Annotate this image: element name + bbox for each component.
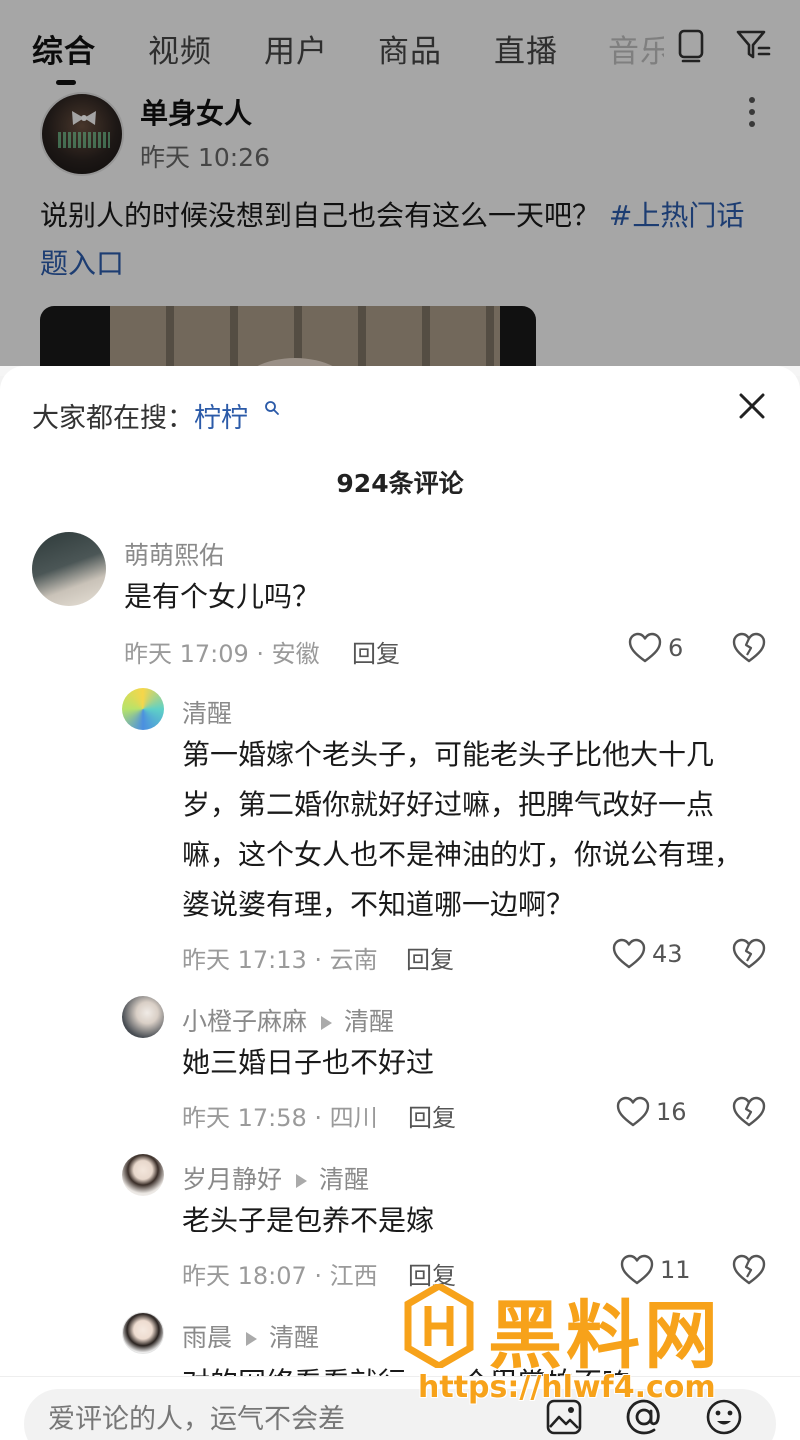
reply-to-name[interactable]: 清醒: [269, 1323, 319, 1352]
like-count: 16: [656, 1098, 687, 1126]
comment-item: 清醒 第一婚嫁个老头子，可能老头子比他大十几岁，第二婚你就好好过嘛，把脾气改好一…: [0, 688, 800, 978]
close-icon[interactable]: [736, 390, 768, 422]
comment-text[interactable]: 第一婚嫁个老头子，可能老头子比他大十几岁，第二婚你就好好过嘛，把脾气改好一点嘛，…: [182, 730, 762, 930]
reply-to-name[interactable]: 清醒: [344, 1007, 394, 1036]
dislike-broken-heart-icon[interactable]: [732, 1096, 766, 1128]
commenter-name-text[interactable]: 岁月静好: [182, 1165, 282, 1194]
commenter-name-text[interactable]: 雨晨: [182, 1323, 232, 1352]
reply-arrow-icon: [246, 1332, 258, 1346]
commenter-avatar[interactable]: [122, 1312, 164, 1354]
comment-input[interactable]: 爱评论的人，运气不会差: [24, 1389, 776, 1440]
commenter-avatar[interactable]: [122, 688, 164, 730]
comment-sheet: 大家都在搜：柠柠 924条评论 萌萌熙佑 是有个女儿吗？ 昨天 17:09 · …: [0, 366, 800, 1440]
comment-item: 岁月静好 清醒 老头子是包养不是嫁 昨天 18:07 · 江西 回复 11: [0, 1154, 800, 1294]
reply-arrow-icon: [321, 1016, 333, 1030]
commenter-name[interactable]: 萌萌熙佑: [124, 536, 224, 572]
at-icon[interactable]: [624, 1397, 664, 1437]
commenter-avatar[interactable]: [122, 1154, 164, 1196]
like-heart-icon[interactable]: [620, 1254, 654, 1286]
reply-button[interactable]: 回复: [408, 1098, 456, 1133]
commenter-avatar[interactable]: [32, 532, 106, 606]
trending-search-hint[interactable]: 大家都在搜：柠柠: [32, 396, 248, 435]
dislike-broken-heart-icon[interactable]: [732, 632, 766, 664]
commenter-name[interactable]: 清醒: [182, 694, 232, 730]
comment-meta: 昨天 17:09 · 安徽: [124, 640, 320, 668]
commenter-name: 岁月静好 清醒: [182, 1160, 369, 1196]
comment-item: 小橙子麻麻 清醒 她三婚日子也不好过 昨天 17:58 · 四川 回复 16: [0, 996, 800, 1136]
reply-button[interactable]: 回复: [352, 634, 400, 669]
comment-item: 萌萌熙佑 是有个女儿吗？ 昨天 17:09 · 安徽 回复 6: [0, 530, 800, 670]
background-dim-overlay[interactable]: [0, 0, 800, 366]
image-icon[interactable]: [544, 1397, 584, 1437]
comment-text[interactable]: 是有个女儿吗？: [124, 572, 764, 622]
commenter-avatar[interactable]: [122, 996, 164, 1038]
comment-input-bar: 爱评论的人，运气不会差: [0, 1376, 800, 1440]
like-count: 43: [652, 940, 683, 968]
reply-button[interactable]: 回复: [406, 940, 454, 975]
like-count: 11: [660, 1256, 691, 1284]
comment-text[interactable]: 她三婚日子也不好过: [182, 1038, 762, 1088]
comment-meta: 昨天 17:13 · 云南: [182, 946, 378, 974]
comment-meta: 昨天 17:58 · 四川: [182, 1104, 378, 1132]
comment-input-placeholder: 爱评论的人，运气不会差: [48, 1404, 345, 1435]
commenter-name: 雨晨 清醒: [182, 1318, 319, 1354]
reply-button[interactable]: 回复: [408, 1256, 456, 1291]
like-heart-icon[interactable]: [616, 1096, 650, 1128]
reply-to-name[interactable]: 清醒: [319, 1165, 369, 1194]
comment-item: 雨晨清醒 对的网络看看就行，一个巴掌拍不响: [0, 1312, 800, 1399]
trending-search-prefix: 大家都在搜：: [32, 403, 194, 434]
like-heart-icon[interactable]: [612, 938, 646, 970]
commenter-name: 小橙子麻麻 清醒: [182, 1002, 394, 1038]
comment-text[interactable]: 老头子是包养不是嫁: [182, 1196, 762, 1246]
trending-search-keyword[interactable]: 柠柠: [194, 403, 248, 434]
comment-count: 924条评论: [336, 469, 464, 498]
dislike-broken-heart-icon[interactable]: [732, 938, 766, 970]
emoji-icon[interactable]: [704, 1397, 744, 1437]
reply-arrow-icon: [296, 1174, 308, 1188]
like-count: 6: [668, 634, 684, 662]
dislike-broken-heart-icon[interactable]: [732, 1254, 766, 1286]
comment-meta: 昨天 18:07 · 江西: [182, 1262, 378, 1290]
like-heart-icon[interactable]: [628, 632, 662, 664]
commenter-name-text[interactable]: 小橙子麻麻: [182, 1007, 307, 1036]
search-icon: [265, 401, 279, 415]
